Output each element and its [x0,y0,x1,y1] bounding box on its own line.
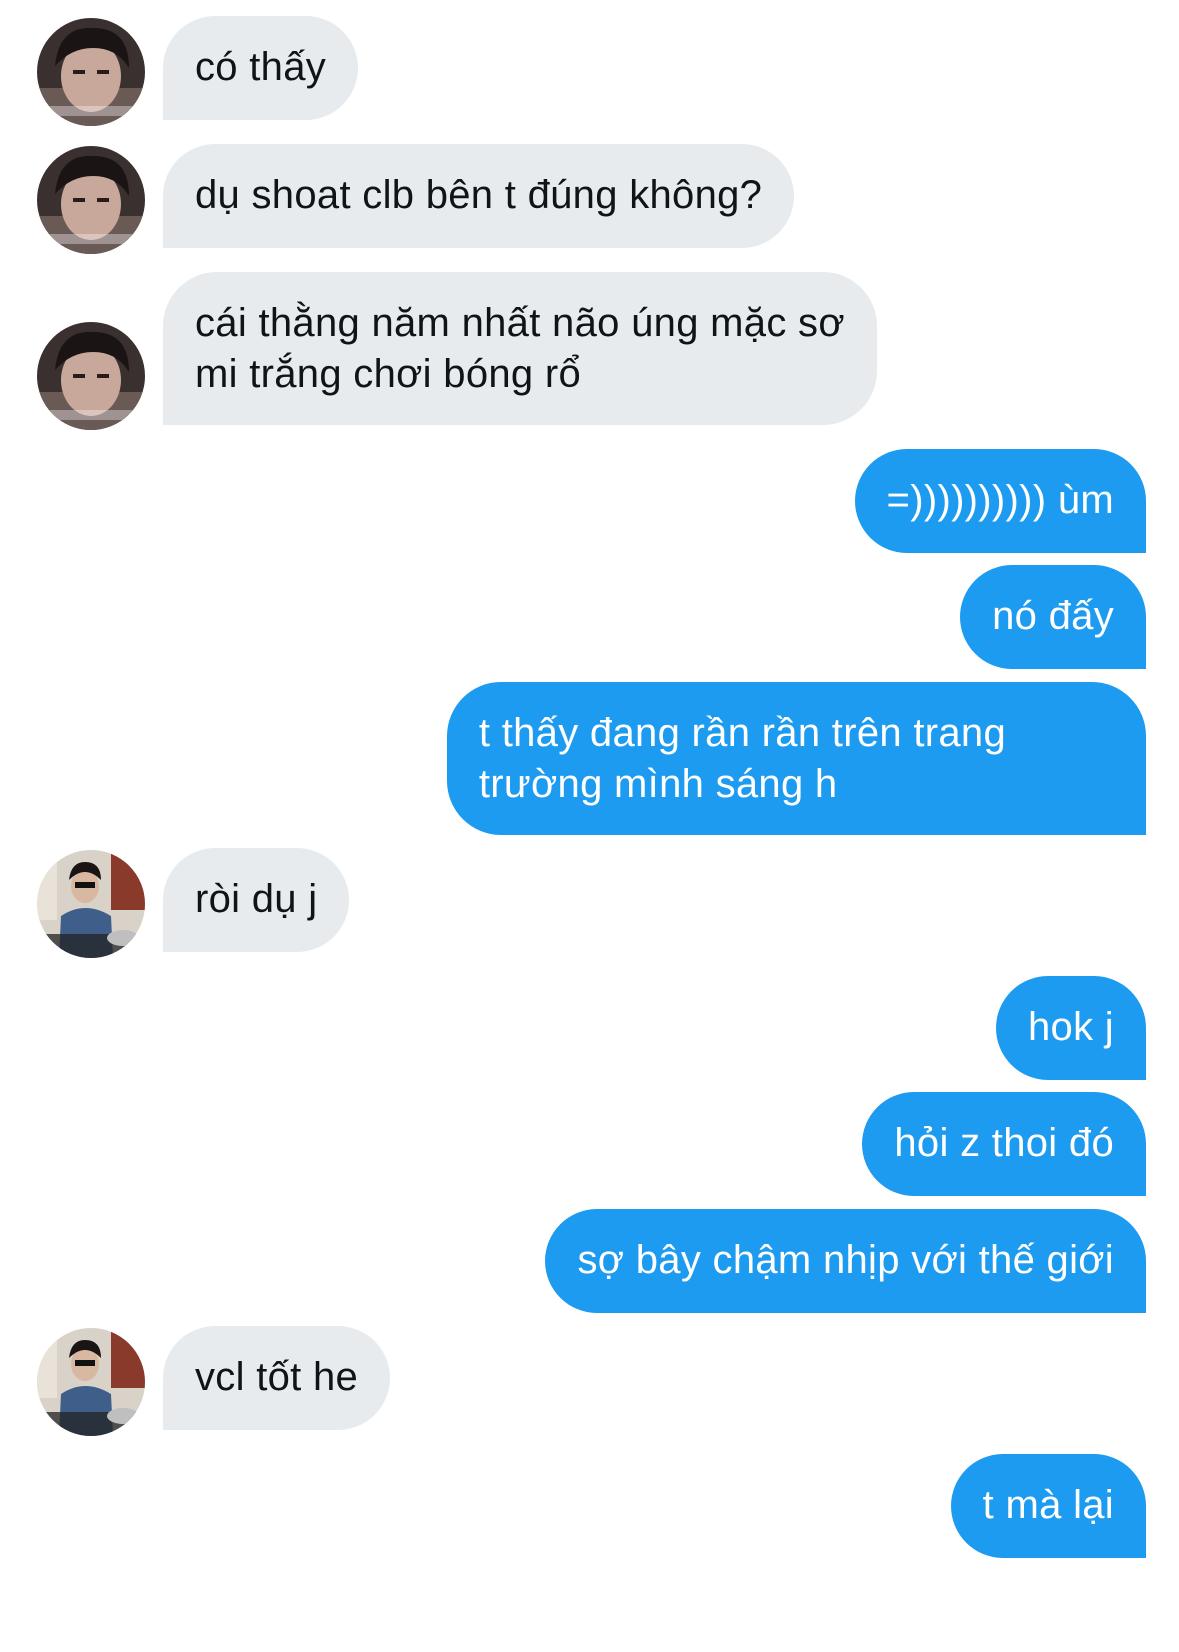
outgoing-message-bubble[interactable]: hok j [996,976,1146,1080]
message-text: hỏi z thoi đó [894,1121,1114,1165]
sender-avatar[interactable] [37,146,145,254]
sender-avatar[interactable] [37,850,145,958]
message-text: nó đấy [992,594,1114,638]
message-row: t thấy đang rần rần trên trang trường mì… [0,682,1179,835]
message-row: vcl tốt he [0,1326,1179,1436]
message-row: có thấy [0,16,1179,126]
incoming-message-bubble[interactable]: dụ shoat clb bên t đúng không? [163,144,795,248]
message-row: hok j [0,976,1179,1080]
message-text-line: trường mình sáng h [478,762,838,806]
message-text: ròi dụ j [195,877,318,921]
message-text: vcl tốt he [195,1355,359,1399]
message-text: t mà lại [982,1483,1114,1527]
outgoing-message-bubble[interactable]: hỏi z thoi đó [862,1092,1146,1196]
incoming-message-bubble[interactable]: vcl tốt he [163,1326,391,1430]
message-text: có thấy [195,45,327,89]
message-text-line: mi trắng chơi bóng rổ [195,352,582,396]
avatar-portrait-icon [37,146,145,254]
outgoing-message-bubble[interactable]: =)))))))))) ùm [854,449,1146,553]
message-row: cái thằng năm nhất não úng mặc sơ mi trắ… [0,272,1179,430]
avatar-portrait-icon [37,18,145,126]
message-text: sợ bây chậm nhịp với thế giới [577,1238,1114,1282]
message-text: =)))))))))) ùm [886,478,1114,522]
incoming-message-bubble[interactable]: có thấy [163,16,359,120]
message-text-line: cái thằng năm nhất não úng mặc sơ [195,301,845,345]
message-row: t mà lại [0,1454,1179,1558]
message-row: nó đấy [0,565,1179,669]
incoming-message-bubble[interactable]: cái thằng năm nhất não úng mặc sơ mi trắ… [163,272,877,425]
avatar-portrait-icon [37,850,145,958]
avatar-portrait-icon [37,1328,145,1436]
outgoing-message-bubble[interactable]: sợ bây chậm nhịp với thế giới [545,1209,1146,1313]
conversation-thread: có thấy dụ shoat clb bên t đúng không? c… [0,0,1179,1652]
avatar-portrait-icon [37,322,145,430]
message-text-line: t thấy đang rần rần trên trang [478,711,1006,755]
sender-avatar[interactable] [37,18,145,126]
outgoing-message-bubble[interactable]: nó đấy [960,565,1146,669]
outgoing-message-bubble[interactable]: t thấy đang rần rần trên trang trường mì… [446,682,1146,835]
sender-avatar[interactable] [37,1328,145,1436]
message-row: =)))))))))) ùm [0,449,1179,553]
outgoing-message-bubble[interactable]: t mà lại [950,1454,1146,1558]
sender-avatar[interactable] [37,322,145,430]
message-text: hok j [1028,1005,1114,1049]
message-row: ròi dụ j [0,848,1179,958]
incoming-message-bubble[interactable]: ròi dụ j [163,848,350,952]
message-row: sợ bây chậm nhịp với thế giới [0,1209,1179,1313]
message-text: dụ shoat clb bên t đúng không? [195,173,763,217]
message-row: hỏi z thoi đó [0,1092,1179,1196]
message-row: dụ shoat clb bên t đúng không? [0,144,1179,254]
